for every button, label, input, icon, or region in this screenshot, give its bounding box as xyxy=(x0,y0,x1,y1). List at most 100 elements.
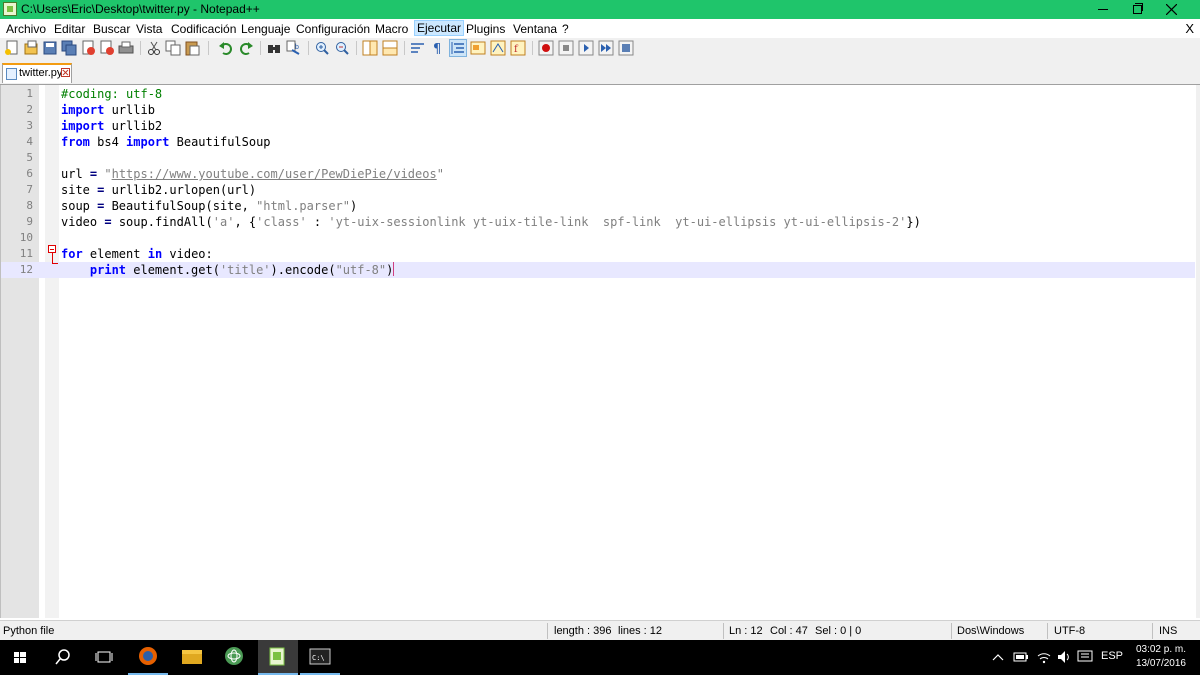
tab-close-icon[interactable] xyxy=(61,68,70,77)
status-eol: Dos\Windows xyxy=(957,625,1025,637)
menu-configuracion[interactable]: Configuración xyxy=(296,22,370,36)
code-token: = xyxy=(104,215,112,229)
menu-ventana[interactable]: Ventana xyxy=(513,22,557,36)
show-all-chars-icon[interactable]: ¶ xyxy=(430,40,446,56)
taskbar-file-explorer[interactable] xyxy=(172,640,212,675)
task-view-icon xyxy=(95,651,113,663)
redo-icon[interactable] xyxy=(238,40,254,56)
menu-lenguaje[interactable]: Lenguaje xyxy=(241,22,290,36)
indent-guide-icon[interactable] xyxy=(449,39,467,57)
taskbar-notepadpp[interactable] xyxy=(258,640,298,675)
chevron-up-icon[interactable] xyxy=(992,652,1004,664)
taskbar-firefox[interactable] xyxy=(128,640,168,675)
line-number: 8 xyxy=(26,199,33,212)
code-token: 'title' xyxy=(219,263,271,277)
code-line[interactable]: 2 import urllib xyxy=(1,102,1195,118)
replace-icon[interactable]: b xyxy=(286,40,302,56)
code-line[interactable]: 12 print element.get('title').encode("ut… xyxy=(1,262,1195,278)
close-document-button[interactable]: X xyxy=(1185,21,1194,36)
code-line[interactable]: 11 for element in video: xyxy=(1,246,1195,262)
menu-ejecutar[interactable]: Ejecutar xyxy=(413,20,465,36)
line-number: 2 xyxy=(26,103,33,116)
status-bar: Python file length : 396 lines : 12 Ln :… xyxy=(0,620,1200,641)
menu-macro[interactable]: Macro xyxy=(375,22,408,36)
code-token: print xyxy=(89,263,127,277)
menu-buscar[interactable]: Buscar xyxy=(93,22,130,36)
taskbar-cmd[interactable]: C:\ xyxy=(300,640,340,675)
wifi-icon[interactable] xyxy=(1036,650,1052,664)
start-button[interactable] xyxy=(0,640,40,675)
code-line[interactable]: 4 from bs4 import BeautifulSoup xyxy=(1,134,1195,150)
zoom-out-icon[interactable] xyxy=(334,40,350,56)
sync-vertical-icon[interactable] xyxy=(362,40,378,56)
code-line[interactable]: 9 video = soup.findAll('a', {'class' : 'y… xyxy=(1,214,1195,230)
code-token: , { xyxy=(234,215,257,229)
play-macro-icon[interactable] xyxy=(578,40,594,56)
save-macro-icon[interactable] xyxy=(618,40,634,56)
code-line[interactable]: 10 xyxy=(1,230,1195,246)
task-view-button[interactable] xyxy=(84,640,124,675)
notepadpp-icon xyxy=(269,647,285,666)
code-line[interactable]: 8 soup = BeautifulSoup(site, "html.parser… xyxy=(1,198,1195,214)
run-macro-multiple-icon[interactable] xyxy=(598,40,614,56)
volume-icon[interactable] xyxy=(1056,650,1072,664)
zoom-in-icon[interactable] xyxy=(314,40,330,56)
line-number: 10 xyxy=(19,231,33,244)
close-icon[interactable] xyxy=(80,40,96,56)
menu-vista[interactable]: Vista xyxy=(136,22,162,36)
menu-editar[interactable]: Editar xyxy=(54,22,85,36)
line-number: 7 xyxy=(26,183,33,196)
taskbar-atom[interactable] xyxy=(214,640,254,675)
windows-taskbar: C:\ ESP 03:02 p. m. 13/07/2016 xyxy=(0,640,1200,675)
status-line: Ln : 12 xyxy=(729,625,763,637)
code-editor[interactable]: 1 #coding: utf-8 2 import urllib 3 import url… xyxy=(0,85,1200,618)
save-all-icon[interactable] xyxy=(61,40,77,56)
battery-icon[interactable] xyxy=(1013,651,1029,663)
stop-record-icon[interactable] xyxy=(558,40,574,56)
code-line[interactable]: 6 url = "https://www.youtube.com/user/Pew… xyxy=(1,166,1195,182)
word-wrap-icon[interactable] xyxy=(410,40,426,56)
code-token: element.get( xyxy=(126,263,220,277)
menu-codificacion[interactable]: Codificación xyxy=(171,22,236,36)
code-token: 'class' xyxy=(256,215,307,229)
undo-icon[interactable] xyxy=(218,40,234,56)
close-window-button[interactable] xyxy=(1148,0,1194,19)
notepadpp-app-icon[interactable] xyxy=(3,2,17,16)
sync-horizontal-icon[interactable] xyxy=(382,40,398,56)
command-prompt-icon: C:\ xyxy=(309,648,331,665)
menu-plugins[interactable]: Plugins xyxy=(466,22,505,36)
input-language[interactable]: ESP xyxy=(1101,650,1123,662)
folder-icon xyxy=(182,650,202,664)
code-token: ) xyxy=(386,263,394,277)
code-token: BeautifulSoup(site, xyxy=(104,199,257,213)
record-macro-icon[interactable] xyxy=(538,40,554,56)
open-file-icon[interactable] xyxy=(23,40,39,56)
print-icon[interactable] xyxy=(118,40,134,56)
fold-toggle-icon[interactable] xyxy=(48,245,56,253)
tab-twitter-py[interactable]: twitter.py xyxy=(2,63,72,83)
function-list-icon[interactable]: f xyxy=(510,40,526,56)
code-text: for element in video: xyxy=(61,246,213,262)
new-file-icon[interactable] xyxy=(4,40,20,56)
close-all-icon[interactable] xyxy=(99,40,115,56)
menu-help[interactable]: ? xyxy=(562,22,569,36)
copy-icon[interactable] xyxy=(165,40,181,56)
save-icon[interactable] xyxy=(42,40,58,56)
system-clock[interactable]: 03:02 p. m. 13/07/2016 xyxy=(1136,643,1186,671)
code-line[interactable]: 3 import urllib2 xyxy=(1,118,1195,134)
paste-icon[interactable] xyxy=(184,40,200,56)
code-line[interactable]: 1 #coding: utf-8 xyxy=(1,86,1195,102)
code-line[interactable]: 7 site = urllib2.urlopen(url) xyxy=(1,182,1195,198)
code-token: bs4 xyxy=(89,135,127,149)
close-icon xyxy=(1166,4,1177,15)
menu-archivo[interactable]: Archivo xyxy=(6,22,46,36)
cut-icon[interactable] xyxy=(146,40,162,56)
search-button[interactable] xyxy=(42,640,82,675)
doc-map-icon[interactable] xyxy=(490,40,506,56)
find-icon[interactable] xyxy=(266,40,282,56)
action-center-icon[interactable] xyxy=(1077,650,1093,664)
user-lang-icon[interactable] xyxy=(470,40,486,56)
code-token: video xyxy=(61,215,105,229)
code-line[interactable]: 5 xyxy=(1,150,1195,166)
